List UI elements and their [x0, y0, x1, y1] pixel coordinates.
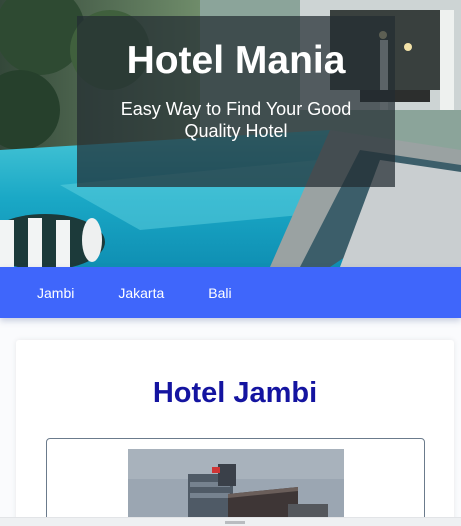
hotel-photo-frame	[46, 438, 425, 526]
nav-item-jakarta[interactable]: Jakarta	[118, 285, 164, 301]
nav-item-bali[interactable]: Bali	[208, 285, 231, 301]
site-title: Hotel Mania	[126, 39, 346, 82]
hotel-photo[interactable]	[128, 449, 344, 526]
scrollbar-grip-icon[interactable]	[225, 521, 245, 524]
site-tagline: Easy Way to Find Your Good Quality Hotel	[120, 99, 352, 141]
hero-overlay: Hotel Mania Easy Way to Find Your Good Q…	[77, 16, 395, 187]
hotel-card: Hotel Jambi	[16, 340, 454, 526]
horizontal-scrollbar[interactable]	[0, 517, 461, 526]
hotel-title: Hotel Jambi	[152, 377, 318, 409]
city-nav-bar: Jambi Jakarta Bali	[0, 267, 461, 318]
hero-banner: Hotel Mania Easy Way to Find Your Good Q…	[0, 0, 461, 267]
nav-item-jambi[interactable]: Jambi	[37, 285, 74, 301]
